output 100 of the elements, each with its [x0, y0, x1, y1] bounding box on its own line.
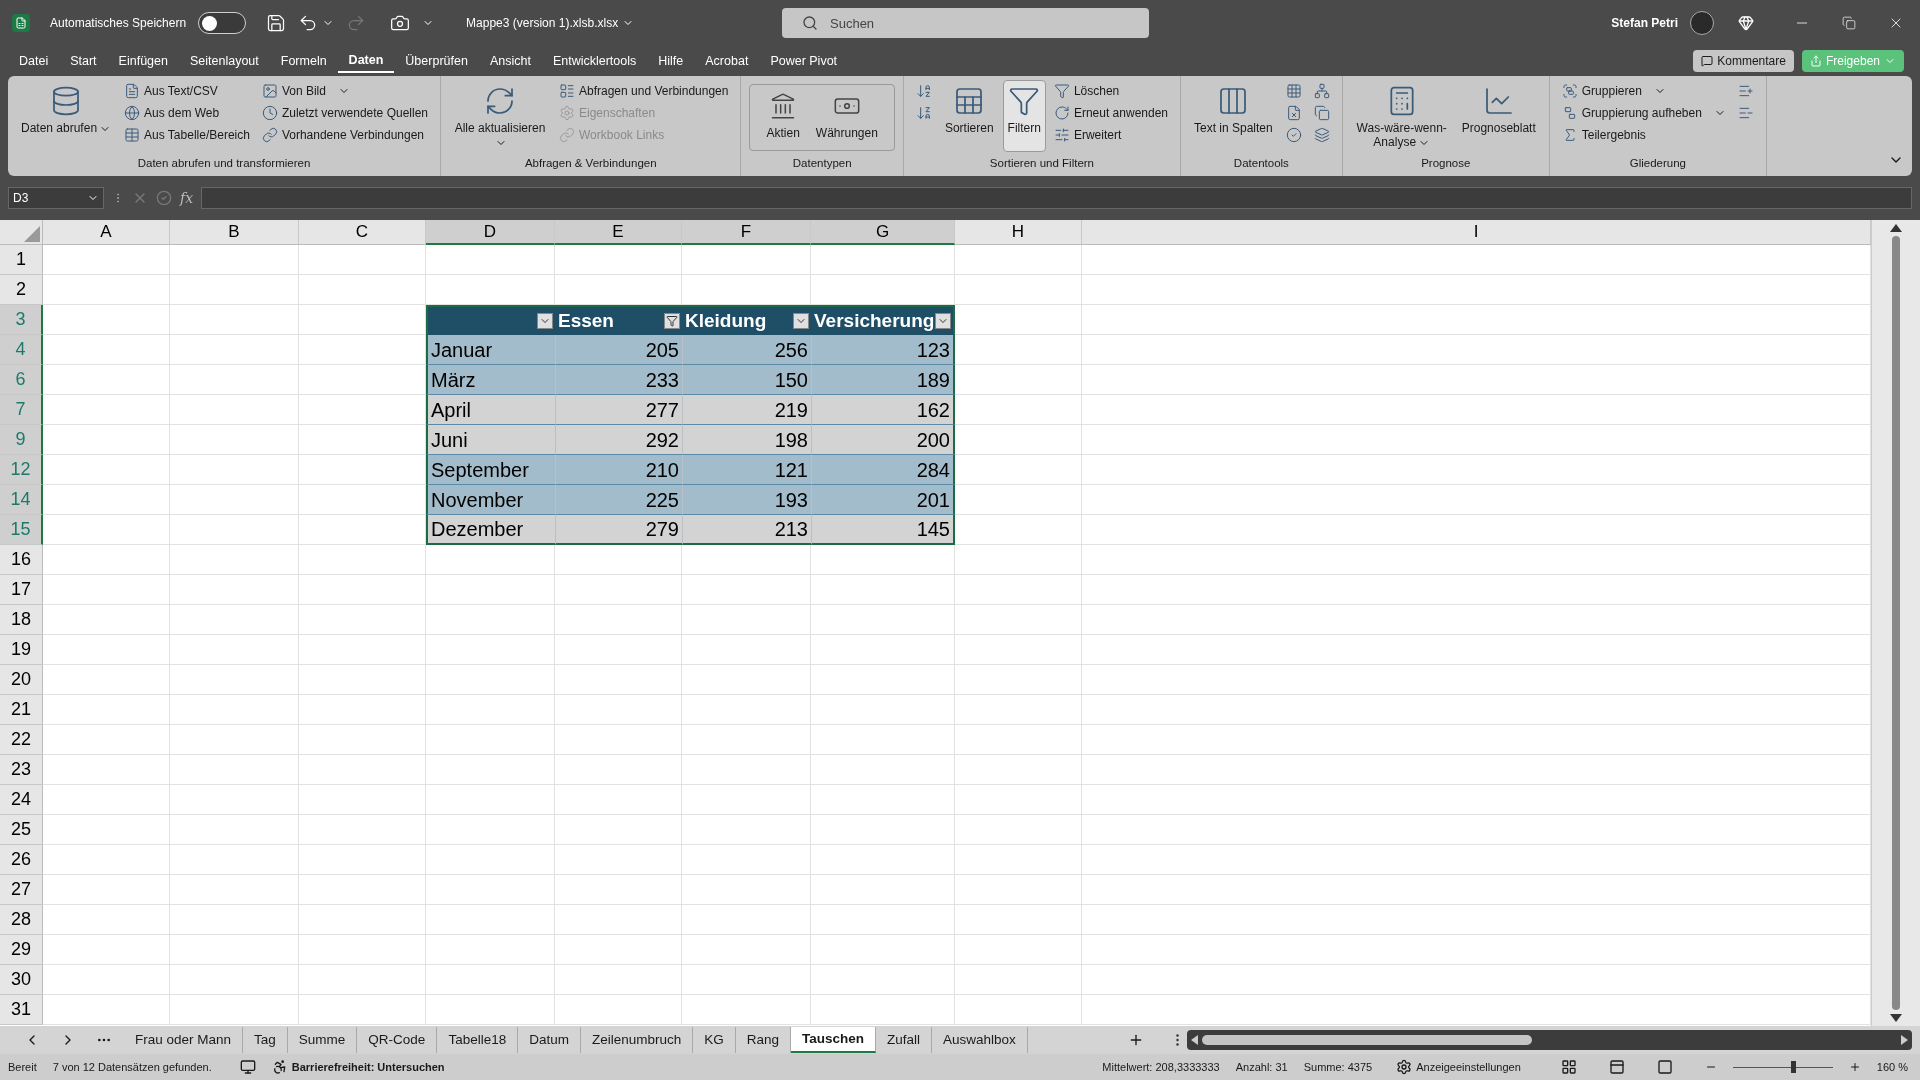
- ribbon-button[interactable]: Abfragen und Verbindungen: [555, 80, 733, 102]
- grid-cell[interactable]: [1082, 485, 1871, 515]
- ribbon-button[interactable]: Aus Text/CSV: [120, 80, 254, 102]
- grid-cell[interactable]: [811, 875, 955, 905]
- grid-cell[interactable]: [1082, 905, 1871, 935]
- grid-cell[interactable]: [426, 695, 555, 725]
- grid-cell[interactable]: [955, 695, 1082, 725]
- ribbon-button[interactable]: Text in Spalten: [1189, 80, 1278, 152]
- grid-cell[interactable]: [955, 725, 1082, 755]
- grid-cell[interactable]: [1082, 365, 1871, 395]
- grid-cell[interactable]: [43, 845, 170, 875]
- column-header[interactable]: G: [811, 220, 955, 245]
- grid-cell[interactable]: [1082, 425, 1871, 455]
- grid-cell[interactable]: [811, 995, 955, 1025]
- ribbon-button[interactable]: Gruppieren: [1557, 80, 1730, 102]
- grid-cell[interactable]: [955, 995, 1082, 1025]
- grid-cell[interactable]: [170, 485, 299, 515]
- grid-cell[interactable]: [170, 665, 299, 695]
- grid-cell[interactable]: [43, 875, 170, 905]
- grid-cell[interactable]: [1082, 395, 1871, 425]
- grid-cell[interactable]: [299, 995, 426, 1025]
- grid-cell[interactable]: [555, 965, 682, 995]
- grid-cell[interactable]: [299, 755, 426, 785]
- ribbon-button[interactable]: Von Bild: [257, 80, 432, 102]
- ribbon-button[interactable]: Erneut anwenden: [1049, 102, 1172, 124]
- grid-cell[interactable]: [555, 755, 682, 785]
- grid-cell[interactable]: [811, 785, 955, 815]
- grid-cell[interactable]: [1082, 935, 1871, 965]
- row-header[interactable]: 22: [0, 725, 43, 755]
- ribbon-button[interactable]: Prognoseblatt: [1456, 80, 1541, 152]
- grid-cell[interactable]: [43, 575, 170, 605]
- grid-cell[interactable]: [43, 815, 170, 845]
- grid-cell[interactable]: [955, 245, 1082, 275]
- grid-cell[interactable]: [555, 545, 682, 575]
- row-header[interactable]: 16: [0, 545, 43, 575]
- grid-cell[interactable]: [43, 425, 170, 455]
- grid-cell[interactable]: [426, 545, 555, 575]
- enter-icon[interactable]: [156, 190, 172, 206]
- grid-cell[interactable]: [682, 635, 811, 665]
- grid-cell[interactable]: [682, 935, 811, 965]
- grid-cell[interactable]: [1082, 995, 1871, 1025]
- grid-cell[interactable]: [170, 395, 299, 425]
- vertical-scrollbar[interactable]: [1871, 220, 1920, 1026]
- grid-cell[interactable]: [1082, 515, 1871, 545]
- ribbon-button[interactable]: Aus Tabelle/Bereich: [120, 124, 254, 146]
- grid-cell[interactable]: [955, 425, 1082, 455]
- grid-cell[interactable]: [1082, 785, 1871, 815]
- grid-cell[interactable]: [299, 935, 426, 965]
- grid-cell[interactable]: [955, 335, 1082, 365]
- sheet-tab[interactable]: KG: [693, 1027, 736, 1053]
- grid-cell[interactable]: [426, 605, 555, 635]
- grid-cell[interactable]: [426, 575, 555, 605]
- grid-cell[interactable]: [1082, 245, 1871, 275]
- grid-cell[interactable]: [43, 755, 170, 785]
- grid-cell[interactable]: [811, 905, 955, 935]
- grid-cell[interactable]: [811, 965, 955, 995]
- grid-cell[interactable]: [43, 665, 170, 695]
- grid-cell[interactable]: [170, 605, 299, 635]
- ribbon-button[interactable]: Aus dem Web: [120, 102, 254, 124]
- sheet-tab[interactable]: Tauschen: [791, 1027, 877, 1053]
- grid-cell[interactable]: [1082, 965, 1871, 995]
- grid-cell[interactable]: [555, 695, 682, 725]
- display-settings-button[interactable]: Anzeigeeinstellungen: [1396, 1058, 1521, 1076]
- grid-cell[interactable]: [682, 845, 811, 875]
- sheet-tab[interactable]: Tag: [243, 1027, 288, 1053]
- grid-cell[interactable]: [955, 455, 1082, 485]
- grid-cell[interactable]: [170, 335, 299, 365]
- row-header[interactable]: 18: [0, 605, 43, 635]
- menu-tab[interactable]: Einfügen: [107, 49, 179, 73]
- ribbon-button[interactable]: Was-wäre-wenn-Analyse: [1350, 80, 1453, 152]
- grid-cell[interactable]: [1082, 815, 1871, 845]
- grid-cell[interactable]: [170, 815, 299, 845]
- grid-cell[interactable]: [1082, 305, 1871, 335]
- grid-cell[interactable]: [170, 995, 299, 1025]
- grid-cell[interactable]: [299, 815, 426, 845]
- zoom-level[interactable]: 160 %: [1876, 1058, 1908, 1076]
- grid-cell[interactable]: [955, 305, 1082, 335]
- filter-dropdown[interactable]: [664, 313, 680, 329]
- grid-cell[interactable]: [170, 695, 299, 725]
- grid-cell[interactable]: [955, 395, 1082, 425]
- grid-cell[interactable]: [555, 875, 682, 905]
- grid-cell[interactable]: [43, 485, 170, 515]
- grid-cell[interactable]: [682, 725, 811, 755]
- grid-cell[interactable]: [682, 755, 811, 785]
- sheet-tab[interactable]: Summe: [287, 1027, 358, 1053]
- grid-cell[interactable]: [555, 935, 682, 965]
- grid-cell[interactable]: [811, 815, 955, 845]
- grid-cell[interactable]: [299, 845, 426, 875]
- grid-cell[interactable]: [955, 965, 1082, 995]
- menu-tab[interactable]: Formeln: [269, 49, 338, 73]
- menu-tab[interactable]: Überprüfen: [394, 49, 479, 73]
- row-header[interactable]: 30: [0, 965, 43, 995]
- grid-cell[interactable]: [1082, 275, 1871, 305]
- grid-cell[interactable]: [682, 605, 811, 635]
- camera-icon[interactable]: [390, 13, 411, 33]
- grid-cell[interactable]: [170, 575, 299, 605]
- grid-cell[interactable]: [682, 965, 811, 995]
- row-header[interactable]: 31: [0, 995, 43, 1025]
- grid-cell[interactable]: [1082, 755, 1871, 785]
- column-header[interactable]: D: [426, 220, 555, 245]
